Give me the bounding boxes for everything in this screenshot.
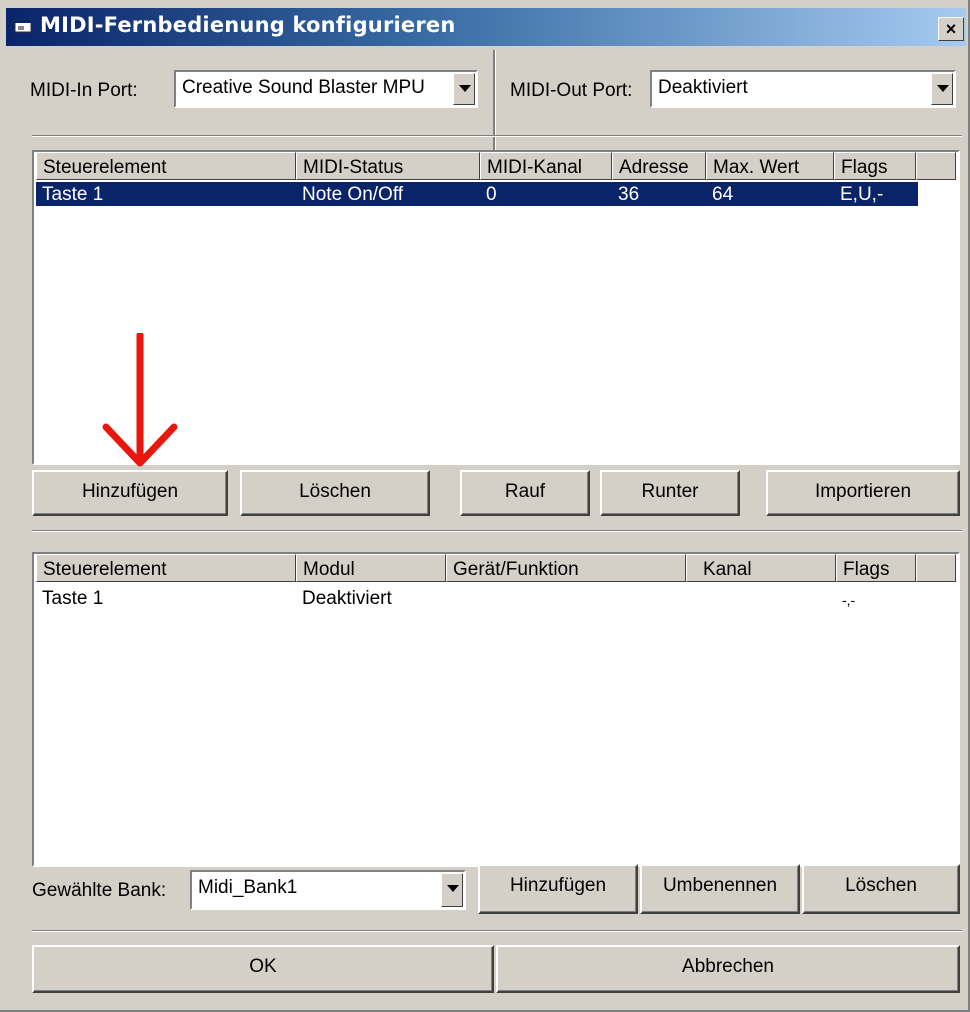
action-mapping-list[interactable]: Steuerelement Modul Gerät/Funktion Kanal… [32,552,960,867]
cell-midi-status: Note On/Off [302,184,404,205]
red-arrow-down-icon [102,333,178,467]
app-window-icon [14,19,32,33]
dialog-window: MIDI-Fernbedienung konfigurieren × MIDI-… [0,0,970,1012]
chevron-down-icon[interactable] [931,73,953,105]
column-header-kanal[interactable]: Kanal [686,554,836,582]
cell-steuerelement: Taste 1 [42,588,104,609]
column-header-filler [916,152,956,180]
close-button[interactable]: × [938,17,964,41]
table-row[interactable]: Taste 1 Note On/Off 0 36 64 E,U,- [36,182,918,206]
cell-steuerelement: Taste 1 [42,184,104,205]
middle-separator [32,530,962,532]
column-header-steuerelement[interactable]: Steuerelement [36,554,296,582]
add-bank-button[interactable]: Hinzufügen [478,864,638,914]
rename-bank-button[interactable]: Umbenennen [640,864,800,914]
midi-in-label: MIDI-In Port: [30,80,138,101]
ok-button[interactable]: OK [32,945,494,993]
column-header-flags[interactable]: Flags [836,554,916,582]
bank-select[interactable]: Midi_Bank1 [190,870,466,910]
import-button[interactable]: Importieren [766,470,960,516]
bank-label: Gewählte Bank: [32,880,167,901]
table-row[interactable]: Taste 1 Deaktiviert -,- [36,586,918,610]
window-title: MIDI-Fernbedienung konfigurieren [40,13,456,37]
add-mapping-button[interactable]: Hinzufügen [32,470,228,516]
close-icon: × [945,19,957,39]
column-header-adresse[interactable]: Adresse [612,152,706,180]
top-separator [32,135,962,137]
cell-flags: E,U,- [840,184,884,205]
bottom-separator [32,930,962,932]
cell-adresse: 36 [618,184,640,205]
cell-max-wert: 64 [712,184,734,205]
cancel-button[interactable]: Abbrechen [496,945,960,993]
midi-out-port-value: Deaktiviert [658,77,748,98]
chevron-down-icon[interactable] [441,873,463,907]
delete-bank-button[interactable]: Löschen [802,864,960,914]
move-down-button[interactable]: Runter [600,470,740,516]
column-header-modul[interactable]: Modul [296,554,446,582]
cell-modul: Deaktiviert [302,588,392,609]
column-header-steuerelement[interactable]: Steuerelement [36,152,296,180]
bank-value: Midi_Bank1 [198,877,298,898]
midi-in-port-select[interactable]: Creative Sound Blaster MPU [174,70,478,108]
column-header-max-wert[interactable]: Max. Wert [706,152,834,180]
move-up-button[interactable]: Rauf [460,470,590,516]
column-header-filler [916,554,956,582]
column-header-geraet-funktion[interactable]: Gerät/Funktion [446,554,686,582]
cell-midi-kanal: 0 [486,184,497,205]
column-header-midi-kanal[interactable]: MIDI-Kanal [480,152,612,180]
column-header-midi-status[interactable]: MIDI-Status [296,152,480,180]
midi-in-port-value: Creative Sound Blaster MPU [182,77,425,98]
midi-out-label: MIDI-Out Port: [510,80,633,101]
delete-mapping-button[interactable]: Löschen [240,470,430,516]
title-bar[interactable]: MIDI-Fernbedienung konfigurieren × [6,8,966,46]
cell-flags: -,- [842,592,856,608]
column-header-flags[interactable]: Flags [834,152,916,180]
midi-out-port-select[interactable]: Deaktiviert [650,70,956,108]
chevron-down-icon[interactable] [453,73,475,105]
